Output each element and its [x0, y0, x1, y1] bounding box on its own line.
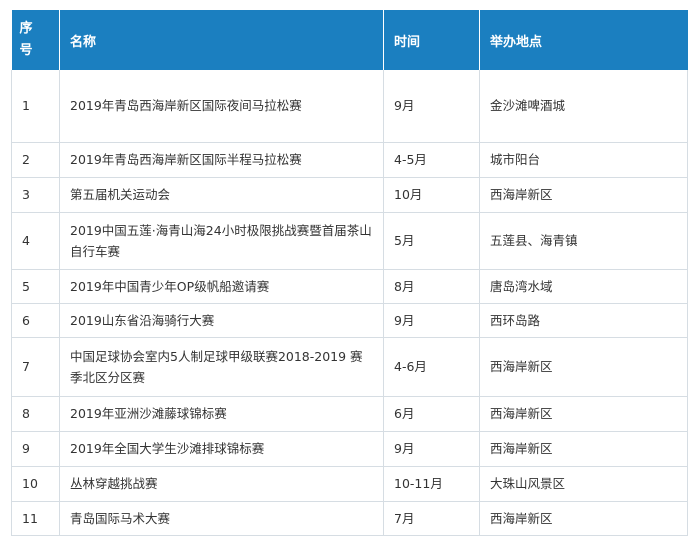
cell-time: 10月 — [383, 177, 480, 213]
cell-index: 7 — [11, 337, 60, 397]
cell-place: 城市阳台 — [479, 142, 688, 178]
header-name: 名称 — [59, 10, 384, 70]
table-row: 4 2019中国五莲·海青山海24小时极限挑战赛暨首届茶山自行车赛 5月 五莲县、海青… — [11, 212, 688, 270]
table-row: 9 2019年全国大学生沙滩排球锦标赛 9月 西海岸新区 — [11, 431, 688, 467]
cell-name: 中国足球协会室内5人制足球甲级联赛2018-2019 赛季北区分区赛 — [59, 337, 384, 397]
cell-index: 8 — [11, 396, 60, 432]
cell-time: 9月 — [383, 70, 480, 143]
cell-index: 1 — [11, 70, 60, 143]
cell-place: 金沙滩啤酒城 — [479, 70, 688, 143]
events-table: 序 号 名称 时间 举办地点 1 2019年青岛西海岸新区国际夜间马拉松赛 9月 金沙… — [11, 10, 688, 536]
table-row: 10 丛林穿越挑战赛 10-11月 大珠山风景区 — [11, 466, 688, 502]
cell-place: 大珠山风景区 — [479, 466, 688, 502]
cell-name: 2019山东省沿海骑行大赛 — [59, 303, 384, 338]
cell-place: 西环岛路 — [479, 303, 688, 338]
cell-time: 10-11月 — [383, 466, 480, 502]
header-index-line2: 号 — [19, 43, 33, 58]
cell-time: 6月 — [383, 396, 480, 432]
table-row: 11 青岛国际马术大赛 7月 西海岸新区 — [11, 501, 688, 536]
cell-place: 西海岸新区 — [479, 337, 688, 397]
cell-index: 2 — [11, 142, 60, 178]
cell-index: 5 — [11, 269, 60, 304]
cell-place: 西海岸新区 — [479, 501, 688, 536]
cell-time: 8月 — [383, 269, 480, 304]
cell-index: 3 — [11, 177, 60, 213]
cell-name: 第五届机关运动会 — [59, 177, 384, 213]
cell-place: 西海岸新区 — [479, 396, 688, 432]
table-row: 8 2019年亚洲沙滩藤球锦标赛 6月 西海岸新区 — [11, 396, 688, 432]
cell-time: 4-6月 — [383, 337, 480, 397]
cell-index: 6 — [11, 303, 60, 338]
cell-time: 9月 — [383, 431, 480, 467]
cell-place: 西海岸新区 — [479, 177, 688, 213]
cell-time: 7月 — [383, 501, 480, 536]
cell-name: 青岛国际马术大赛 — [59, 501, 384, 536]
cell-index: 10 — [11, 466, 60, 502]
header-index-line1: 序 — [19, 21, 33, 36]
table-row: 7 中国足球协会室内5人制足球甲级联赛2018-2019 赛季北区分区赛 4-6月西… — [11, 337, 688, 397]
cell-name: 2019年全国大学生沙滩排球锦标赛 — [59, 431, 384, 467]
table-row: 5 2019年中国青少年OP级帆船邀请赛 8月 唐岛湾水域 — [11, 269, 688, 304]
cell-place: 西海岸新区 — [479, 431, 688, 467]
cell-index: 9 — [11, 431, 60, 467]
cell-place: 五莲县、海青镇 — [479, 212, 688, 270]
events-table-container: 序 号 名称 时间 举办地点 1 2019年青岛西海岸新区国际夜间马拉松赛 9月 金沙… — [11, 10, 688, 536]
cell-name: 2019年中国青少年OP级帆船邀请赛 — [59, 269, 384, 304]
header-place: 举办地点 — [479, 10, 688, 70]
cell-place: 唐岛湾水域 — [479, 269, 688, 304]
table-row: 6 2019山东省沿海骑行大赛 9月 西环岛路 — [11, 303, 688, 338]
table-row: 3 第五届机关运动会 10月 西海岸新区 — [11, 177, 688, 213]
table-header-row: 序 号 名称 时间 举办地点 — [11, 10, 688, 70]
table-row: 2 2019年青岛西海岸新区国际半程马拉松赛 4-5月 城市阳台 — [11, 142, 688, 178]
cell-name: 2019中国五莲·海青山海24小时极限挑战赛暨首届茶山自行车赛 — [59, 212, 384, 270]
header-index: 序 号 — [11, 10, 60, 70]
cell-name: 2019年青岛西海岸新区国际夜间马拉松赛 — [59, 70, 384, 143]
cell-time: 9月 — [383, 303, 480, 338]
cell-name: 丛林穿越挑战赛 — [59, 466, 384, 502]
cell-index: 11 — [11, 501, 60, 536]
cell-name: 2019年青岛西海岸新区国际半程马拉松赛 — [59, 142, 384, 178]
cell-name: 2019年亚洲沙滩藤球锦标赛 — [59, 396, 384, 432]
cell-time: 5月 — [383, 212, 480, 270]
cell-time: 4-5月 — [383, 142, 480, 178]
header-time: 时间 — [383, 10, 480, 70]
table-row: 1 2019年青岛西海岸新区国际夜间马拉松赛 9月 金沙滩啤酒城 — [11, 70, 688, 143]
cell-index: 4 — [11, 212, 60, 270]
